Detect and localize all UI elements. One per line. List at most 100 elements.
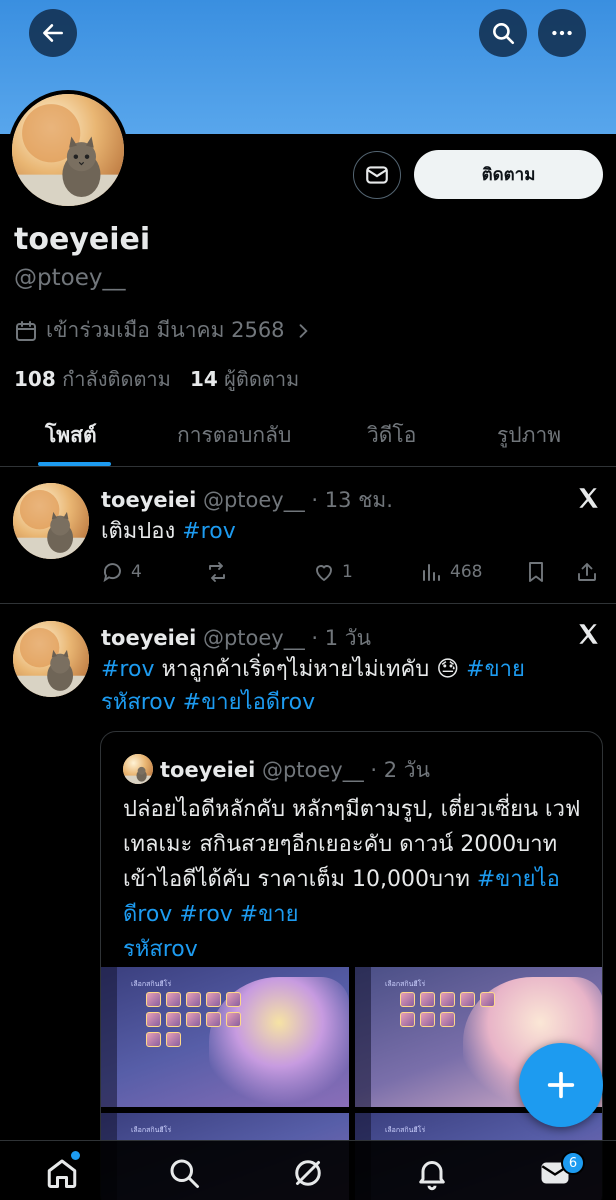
sweat-emoji: 😓: [436, 657, 460, 682]
followers-link[interactable]: 14 ผู้ติดตาม: [190, 367, 299, 391]
media-caption: เลือกสกินฮีโร่: [385, 980, 426, 988]
post-time: · 13 ชม.: [311, 488, 393, 512]
post-author-handle: @ptoey__: [202, 488, 305, 512]
profile-avatar[interactable]: [8, 90, 128, 210]
cat-avatar-image: [13, 621, 89, 697]
skin-slot: [206, 992, 221, 1007]
skin-slot: [226, 992, 241, 1007]
like-count: 1: [342, 562, 353, 582]
hashtag-link[interactable]: รหัสrov: [101, 690, 176, 715]
profile-tabs: โพสต์ การตอบกลับ วิดีโอ รูปภาพ: [0, 405, 616, 467]
cat-avatar-image: [123, 754, 153, 784]
nav-notifications[interactable]: [414, 1155, 450, 1191]
hashtag-link[interactable]: #ขาย: [466, 657, 525, 682]
like-button[interactable]: 1: [312, 560, 353, 584]
cat-avatar-image: [12, 94, 124, 206]
share-button[interactable]: [575, 560, 599, 584]
compose-button[interactable]: [519, 1043, 603, 1127]
search-button[interactable]: [479, 9, 527, 57]
quoted-author-name: toeyeiei: [160, 758, 256, 782]
nav-grok[interactable]: [290, 1155, 326, 1191]
media-image[interactable]: เลือกสกินฮีโร่: [101, 967, 349, 1107]
media-caption: เลือกสกินฮีโร่: [385, 1126, 426, 1134]
plus-icon: [547, 1071, 575, 1099]
message-button[interactable]: [353, 151, 401, 199]
media-caption: เลือกสกินฮีโร่: [131, 980, 172, 988]
follow-button[interactable]: ติดตาม: [414, 150, 603, 199]
grok-icon: [295, 1160, 321, 1186]
tab-replies[interactable]: การตอบกลับ: [177, 419, 291, 452]
calendar-icon: [16, 320, 36, 341]
skin-slot: [186, 992, 201, 1007]
media-sidebar: [101, 967, 117, 1107]
skin-slot: [480, 992, 495, 1007]
profile-handle: @ptoey__: [14, 265, 126, 291]
reply-button[interactable]: 4: [101, 560, 142, 584]
post-body: เติมปอง: [101, 519, 183, 544]
post-header: toeyeiei @ptoey__ · 1 วัน: [101, 622, 371, 655]
post-avatar[interactable]: [13, 483, 89, 559]
nav-home[interactable]: [44, 1155, 80, 1191]
views-icon: [423, 564, 440, 581]
heart-icon: [316, 565, 332, 582]
tab-videos[interactable]: วิดีโอ: [367, 419, 416, 452]
skin-slot: [400, 1012, 415, 1027]
repost-icon: [209, 562, 225, 582]
skin-slot: [440, 992, 455, 1007]
reply-icon: [103, 563, 121, 583]
skin-slot: [226, 1012, 241, 1027]
bookmark-button[interactable]: [524, 560, 548, 584]
bell-icon: [419, 1161, 445, 1191]
skin-slot: [166, 1032, 181, 1047]
mail-icon: [366, 166, 388, 184]
views-button[interactable]: 468: [420, 560, 482, 584]
skin-slot: [186, 1012, 201, 1027]
post-author-name[interactable]: toeyeiei: [101, 626, 196, 650]
repost-button[interactable]: [205, 560, 229, 584]
joined-date: เข้าร่วมเมือ มีนาคม 2568: [46, 318, 285, 342]
following-link[interactable]: 108 กำลังติดตาม: [14, 367, 171, 391]
arrow-left-icon: [43, 24, 63, 42]
joined-date-row[interactable]: เข้าร่วมเมือ มีนาคม 2568: [14, 314, 313, 347]
post-text: #rov หาลูกค้าเริ่ดๆไม่หายไม่เทคับ 😓 #ขาย…: [101, 653, 591, 719]
skin-slot: [146, 1012, 161, 1027]
search-icon: [493, 23, 515, 45]
skin-slot: [420, 1012, 435, 1027]
quoted-post-text: ปล่อยไอดีหลักคับ หลักๆมีตามรูป, เตี่ยวเซ…: [123, 792, 593, 967]
bookmark-icon: [529, 562, 543, 582]
tab-photos[interactable]: รูปภาพ: [497, 419, 561, 452]
skin-slot: [146, 992, 161, 1007]
media-caption: เลือกสกินฮีโร่: [131, 1126, 172, 1134]
media-sidebar: [355, 967, 371, 1107]
post-author-handle: @ptoey__: [202, 626, 305, 650]
followers-count: 14: [189, 367, 218, 391]
skin-slot: [440, 1012, 455, 1027]
skin-slot: [166, 992, 181, 1007]
tab-posts[interactable]: โพสต์: [45, 419, 97, 452]
quoted-post[interactable]: toeyeiei @ptoey__ · 2 วัน ปล่อยไอดีหลักค…: [100, 731, 603, 1200]
post-divider: [0, 603, 616, 604]
follow-stats: 108 กำลังติดตาม 14 ผู้ติดตาม: [14, 363, 299, 395]
post-text: เติมปอง #rov: [101, 515, 236, 548]
hashtag-link[interactable]: รหัสrov: [123, 937, 198, 962]
views-count: 468: [450, 562, 483, 582]
reply-count: 4: [131, 562, 142, 582]
skin-slot: [166, 1012, 181, 1027]
more-button[interactable]: [538, 9, 586, 57]
share-icon: [578, 563, 596, 581]
hashtag-link[interactable]: #rov: [182, 519, 235, 544]
more-horizontal-icon: [552, 30, 572, 36]
post-author-name[interactable]: toeyeiei: [101, 488, 196, 512]
quoted-author-handle: @ptoey__: [261, 758, 364, 782]
back-button[interactable]: [29, 9, 77, 57]
post-avatar[interactable]: [13, 621, 89, 697]
skin-slot: [146, 1032, 161, 1047]
quoted-post-avatar: [123, 754, 153, 784]
hashtag-link[interactable]: #rov: [101, 657, 154, 682]
x-logo-icon: [579, 624, 598, 644]
nav-search[interactable]: [166, 1155, 202, 1191]
cat-avatar-image: [13, 483, 89, 559]
skin-slot: [420, 992, 435, 1007]
bottom-navigation: [0, 1140, 616, 1200]
hashtag-link[interactable]: #ขายไอดีrov: [183, 690, 315, 715]
